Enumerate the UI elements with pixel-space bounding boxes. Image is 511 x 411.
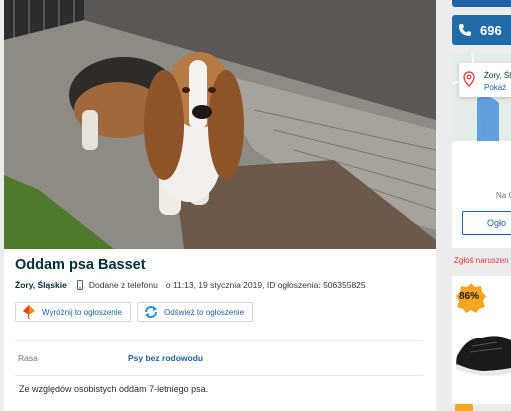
map-show-link[interactable]: Pokaż xyxy=(484,83,506,92)
shoe-product-image xyxy=(456,336,511,376)
listing-description: Ze względów osobistych oddam 7-letniego … xyxy=(19,384,209,394)
show-phone-button[interactable]: 696 xyxy=(452,15,511,45)
seller-since-text: Na O xyxy=(496,191,511,200)
highlight-listing-button[interactable]: Wyróżnij to ogłoszenie xyxy=(15,302,131,322)
listing-id: 506355825 xyxy=(323,280,366,290)
phone-icon xyxy=(458,23,472,37)
detail-row-rasa: Rasa Psy bez rodowodu xyxy=(15,340,423,376)
map-pin-icon xyxy=(463,71,475,87)
listing-meta: Żory, Śląskie Dodane z telefonu o 11:13,… xyxy=(15,280,366,290)
refresh-listing-label: Odśwież to ogłoszenie xyxy=(163,307,245,317)
listing-date: 11:13, 19 stycznia 2019 xyxy=(172,280,263,290)
report-violation-link[interactable]: Zgłoś naruszen xyxy=(454,256,509,265)
rasa-value-link[interactable]: Psy bez rodowodu xyxy=(128,353,203,363)
listing-id-label: ID ogłoszenia: xyxy=(266,280,321,290)
basset-hound-photo xyxy=(4,0,436,249)
listing-actions: Wyróżnij to ogłoszenie Odśwież to ogłosz… xyxy=(15,302,259,322)
listing-card: Oddam psa Basset Żory, Śląskie Dodane z … xyxy=(4,0,436,411)
mobile-phone-icon xyxy=(76,280,83,290)
message-button-edge[interactable] xyxy=(452,0,511,7)
refresh-listing-button[interactable]: Odśwież to ogłoszenie xyxy=(136,302,254,322)
listing-title: Oddam psa Basset xyxy=(15,257,146,273)
map-city: Żory, Śl xyxy=(484,71,511,80)
map-location-label: Żory, Śl Pokaż xyxy=(459,63,511,97)
ad-product-card[interactable]: 86% xyxy=(452,276,511,404)
seller-listings-button[interactable]: Ogło xyxy=(462,211,511,235)
phone-number-partial: 696 xyxy=(480,22,502,38)
refresh-icon xyxy=(144,305,158,319)
rasa-label: Rasa xyxy=(18,353,38,363)
listing-photo[interactable] xyxy=(4,0,436,249)
added-via-text: Dodane z telefonu xyxy=(88,280,158,290)
listing-details: Rasa Psy bez rodowodu xyxy=(15,340,423,376)
location-card: Żory, Śl Pokaż Na O Ogło xyxy=(452,53,511,248)
location-map[interactable]: Żory, Śl Pokaż xyxy=(452,53,511,141)
kite-icon xyxy=(22,305,36,320)
listing-location[interactable]: Żory, Śląskie xyxy=(15,280,67,290)
right-sidebar: 696 Żory, Śl Pokaż Na O Ogło Zgłoś narus… xyxy=(452,0,511,411)
highlight-listing-label: Wyróżnij to ogłoszenie xyxy=(42,307,122,317)
next-ad-badge xyxy=(455,404,473,411)
date-prefix: o xyxy=(165,280,171,290)
